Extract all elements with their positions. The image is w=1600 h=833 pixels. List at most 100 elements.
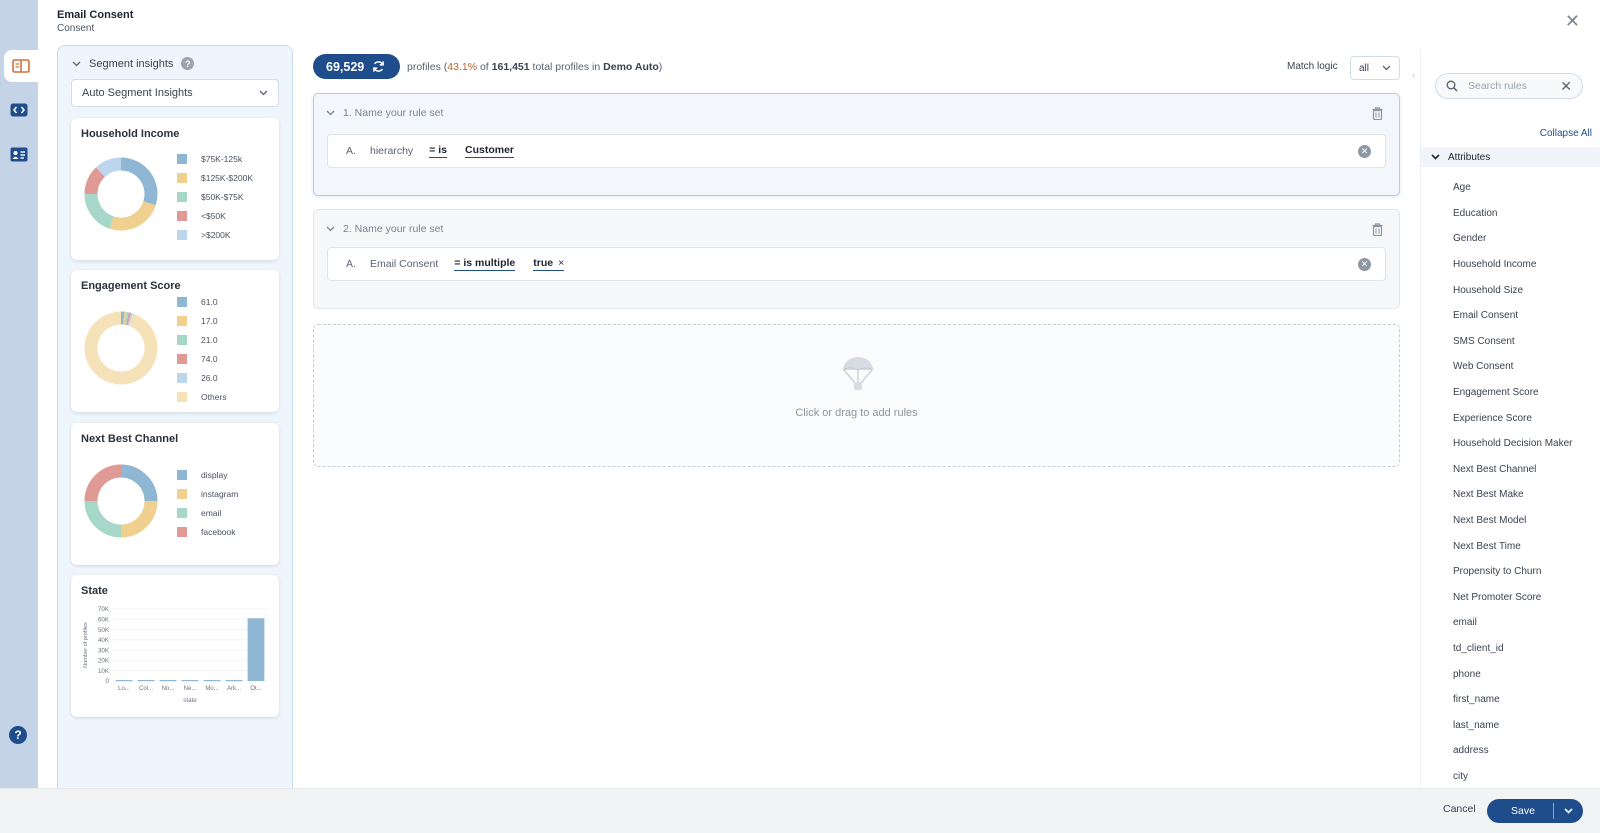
attribute-item[interactable]: phone [1453, 661, 1573, 687]
donut-slice [120, 464, 158, 502]
attribute-item[interactable]: Age [1453, 175, 1573, 201]
attribute-item[interactable]: Web Consent [1453, 354, 1573, 380]
attribute-item[interactable]: Net Promoter Score [1453, 585, 1573, 611]
legend-swatch [177, 488, 187, 499]
attribute-item[interactable]: Propensity to Churn [1453, 559, 1573, 585]
attribute-item[interactable]: Household Decision Maker [1453, 431, 1573, 457]
legend-swatch [177, 469, 187, 480]
attribute-item[interactable]: Next Best Time [1453, 533, 1573, 559]
x-tick-label: No... [162, 686, 175, 692]
bar [203, 679, 221, 682]
save-options-toggle[interactable] [1554, 808, 1583, 814]
legend-label: 61.0 [201, 296, 218, 307]
legend-label: $75K-125k [201, 153, 243, 164]
help-icon[interactable]: ? [9, 726, 27, 744]
rule-set-header[interactable]: 1. Name your rule set [326, 107, 443, 119]
attribute-item[interactable]: Household Income [1453, 252, 1573, 278]
question-icon[interactable]: ? [181, 57, 195, 70]
rule-set-name[interactable]: 1. Name your rule set [343, 107, 443, 119]
attribute-item[interactable]: Gender [1453, 226, 1573, 252]
card-title: State [81, 585, 108, 597]
legend-item: email [177, 503, 238, 522]
attribute-item[interactable]: Next Best Model [1453, 508, 1573, 534]
legend-item: 61.0 [177, 292, 227, 311]
chevron-down-icon[interactable] [326, 226, 335, 232]
donut-slice [84, 500, 122, 538]
legend-swatch [177, 526, 187, 537]
insights-select[interactable]: Auto Segment Insights [71, 79, 279, 107]
card-title: Household Income [81, 128, 180, 140]
attributes-group-header[interactable]: Attributes [1421, 147, 1600, 167]
nav-segment-builder[interactable] [4, 50, 38, 82]
legend-label: instagram [201, 488, 239, 499]
attribute-item[interactable]: first_name [1453, 687, 1573, 713]
rule-value-chip[interactable]: true × [533, 257, 565, 271]
legend-item: 21.0 [177, 330, 227, 349]
attribute-item[interactable]: Household Size [1453, 277, 1573, 303]
attribute-item[interactable]: email [1453, 610, 1573, 636]
remove-rule-icon[interactable]: ✕ [1358, 145, 1371, 158]
collapse-all-link[interactable]: Collapse All [1540, 128, 1592, 139]
chevron-down-icon [1564, 808, 1573, 814]
attribute-item[interactable]: td_client_id [1453, 636, 1573, 662]
insights-select-value: Auto Segment Insights [82, 87, 193, 99]
nav-profiles[interactable] [0, 138, 38, 170]
donut-slice [96, 157, 122, 178]
legend-swatch [177, 172, 187, 183]
attribute-item[interactable]: Engagement Score [1453, 380, 1573, 406]
legend-item: display [177, 465, 238, 484]
rule-set-2: 2. Name your rule set A. Email Consent =… [313, 209, 1400, 309]
cancel-button[interactable]: Cancel [1443, 803, 1476, 815]
trash-icon[interactable] [1372, 223, 1383, 236]
segment-insights-toggle[interactable]: Segment insights ? [72, 57, 195, 70]
attribute-item[interactable]: Next Best Make [1453, 482, 1573, 508]
match-logic-select[interactable]: all [1350, 56, 1400, 80]
attribute-item[interactable]: SMS Consent [1453, 329, 1573, 355]
y-axis-label: Number of profiles [83, 622, 89, 668]
chevron-down-icon[interactable] [326, 110, 335, 116]
add-rules-dropzone[interactable]: Click or drag to add rules [313, 324, 1400, 467]
summary-text: total profiles in [529, 61, 604, 73]
x-tick-label: Lo... [118, 686, 130, 692]
legend-item: 26.0 [177, 368, 227, 387]
bar [181, 679, 199, 682]
legend-label: 17.0 [201, 315, 218, 326]
nav-code-view[interactable] [0, 94, 38, 126]
legend-label: $50K-$75K [201, 191, 244, 202]
rule-row[interactable]: A. hierarchy = is Customer ✕ [327, 134, 1386, 168]
x-tick-label: Ark... [227, 686, 241, 692]
remove-rule-icon[interactable]: ✕ [1358, 258, 1371, 271]
refresh-icon[interactable] [372, 60, 385, 73]
y-tick-label: 10K [98, 668, 110, 675]
chevron-down-icon [259, 90, 268, 96]
bar [225, 679, 243, 682]
donut-slice [84, 167, 106, 195]
rule-set-header[interactable]: 2. Name your rule set [326, 223, 443, 235]
legend-item: facebook [177, 522, 238, 541]
attribute-item[interactable]: Email Consent [1453, 303, 1573, 329]
close-icon[interactable]: ✕ [1565, 12, 1580, 30]
legend-label: 74.0 [201, 353, 218, 364]
clear-search-icon[interactable]: ✕ [1560, 78, 1572, 95]
rule-value[interactable]: Customer [465, 144, 515, 158]
attribute-item[interactable]: address [1453, 738, 1573, 764]
attribute-item[interactable]: city [1453, 764, 1573, 790]
rule-operator[interactable]: = is multiple [454, 257, 516, 271]
profile-count-badge[interactable]: 69,529 [313, 54, 400, 79]
save-button[interactable]: Save [1487, 799, 1583, 823]
legend-item: $125K-$200K [177, 168, 253, 187]
rule-operator[interactable]: = is [429, 144, 447, 158]
rule-row[interactable]: A. Email Consent = is multiple true × ✕ [327, 247, 1386, 281]
attribute-item[interactable]: Education [1453, 201, 1573, 227]
summary-text: ) [658, 61, 663, 73]
save-label[interactable]: Save [1487, 805, 1553, 817]
attribute-item[interactable]: last_name [1453, 712, 1573, 738]
attribute-item[interactable]: Next Best Channel [1453, 457, 1573, 483]
remove-value-icon[interactable]: × [558, 257, 564, 269]
rule-attribute[interactable]: hierarchy [370, 145, 413, 157]
attribute-item[interactable]: Experience Score [1453, 405, 1573, 431]
rule-set-name[interactable]: 2. Name your rule set [343, 223, 443, 235]
trash-icon[interactable] [1372, 107, 1383, 120]
search-rules-input[interactable]: Search rules ✕ [1435, 73, 1583, 99]
rule-attribute[interactable]: Email Consent [370, 258, 438, 270]
